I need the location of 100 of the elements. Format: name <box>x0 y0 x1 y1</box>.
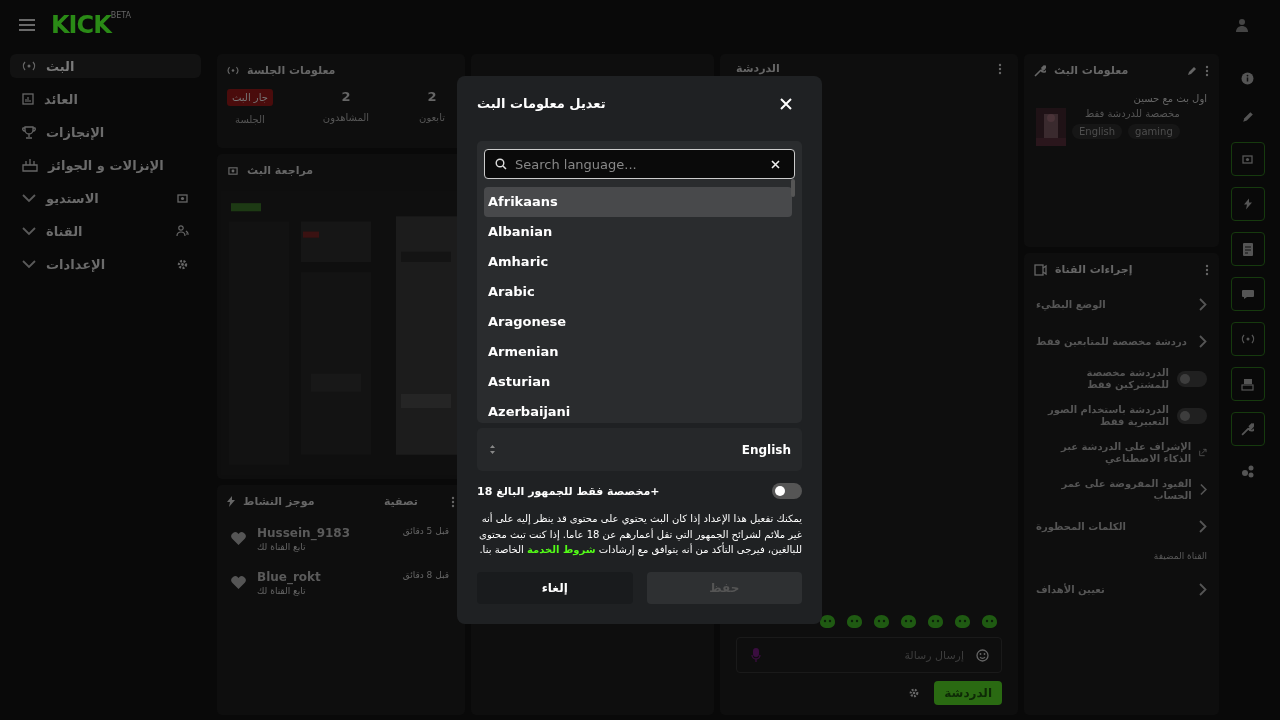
chevron-down-icon <box>22 259 36 269</box>
emote-icon[interactable] <box>954 614 971 629</box>
toggle-switch[interactable] <box>1177 370 1207 387</box>
panel-title: مراجعة البث <box>247 164 314 177</box>
chat-button[interactable]: الدردشة <box>934 681 1002 705</box>
camera-icon <box>227 165 239 176</box>
panel-title: معلومات البث <box>1054 64 1129 77</box>
external-link-icon[interactable] <box>1199 447 1207 458</box>
bolt-icon <box>227 496 235 507</box>
panel-title: معلومات الجلسة <box>247 64 336 77</box>
cancel-button[interactable]: إلغاء <box>477 571 633 604</box>
panel-title: إجراءات القناة <box>1055 263 1133 276</box>
stat-label: المشاهدون <box>322 112 370 123</box>
menu-icon[interactable] <box>19 19 35 31</box>
stat-label: الجلسة <box>235 114 265 125</box>
chat-bubble-icon[interactable] <box>1230 277 1265 311</box>
chevron-right-icon[interactable] <box>1199 583 1207 596</box>
emote-icon[interactable] <box>873 614 890 629</box>
chevron-right-icon[interactable] <box>1199 298 1207 311</box>
trophy-icon <box>22 125 36 139</box>
action-label: الدردشة مخصصة للمشتركين فقط <box>1085 366 1169 391</box>
broadcast-icon[interactable] <box>1230 322 1265 356</box>
username: Hussein_9183 <box>257 526 351 540</box>
smiley-icon[interactable] <box>976 648 989 662</box>
stat-value: 2 <box>427 89 437 104</box>
stat-label: تابعون <box>419 112 445 123</box>
section-label: القناة المضيفة <box>1152 550 1208 563</box>
language-select[interactable]: English <box>477 428 802 471</box>
close-icon[interactable] <box>780 97 792 110</box>
pencil-icon[interactable] <box>1187 65 1197 76</box>
avatar-icon[interactable] <box>1234 17 1250 33</box>
search-box[interactable]: Search language... <box>484 149 795 179</box>
settings-icon[interactable] <box>908 687 921 699</box>
toggle-switch[interactable] <box>772 483 802 499</box>
search-field[interactable]: Search language... <box>513 155 765 173</box>
sidebar-item[interactable]: الإعدادات <box>10 252 201 276</box>
bolt-icon[interactable] <box>1230 187 1265 221</box>
adult-only-label: +مخصصة فقط للجمهور البالغ 18 <box>477 484 660 498</box>
sort-arrows-icon <box>489 444 496 455</box>
language-option[interactable]: Aragonese <box>484 307 792 337</box>
camera-icon <box>176 192 189 204</box>
language-option[interactable]: Azerbaijani <box>484 397 792 427</box>
timestamp: قبل 8 دقائق <box>402 570 449 580</box>
more-icon[interactable] <box>451 495 455 508</box>
emote-icon[interactable] <box>819 614 836 629</box>
broadcast-icon <box>227 66 239 75</box>
action-label: الوضع البطيء <box>1036 298 1106 311</box>
emote-icon[interactable] <box>846 614 863 629</box>
sidebar-item[interactable]: القناة <box>10 219 201 243</box>
sidebar-item[interactable]: الاستديو <box>10 186 201 210</box>
more-icon[interactable] <box>1205 263 1209 276</box>
sidebar-item[interactable]: الإنزالات و الجوائز <box>10 153 201 177</box>
notice-text: يمكنك تفعيل هذا الإعداد إذا كان البث يحتوي على محتوى قد ينظر إليه على أنه غير ملائم لشرائح الجمهور التي تقل أعمارهم عن 18 عاما. إذا كنت تبث محتوى للبالغين، فيرجى التأكد من أنه يتوافق مع إرشادات شروط الخدمة الخاصة بنا. <box>478 511 802 558</box>
live-badge: جار البث <box>227 89 273 106</box>
wrench-icon[interactable] <box>1230 412 1265 446</box>
broadcast-icon <box>22 61 36 71</box>
emote-icon[interactable] <box>900 614 917 629</box>
chart-icon <box>22 93 34 105</box>
action-label: الإشراف على الدردشة عبر الذكاء الاصطناعي <box>1059 440 1192 465</box>
language-option[interactable]: Asturian <box>484 367 792 397</box>
camera-icon[interactable] <box>1230 142 1265 176</box>
scrollbar[interactable] <box>791 179 795 197</box>
sidebar-item[interactable]: الإنجازات <box>10 120 201 144</box>
chevron-down-icon <box>22 226 36 236</box>
more-icon[interactable] <box>1205 64 1209 77</box>
chevron-right-icon[interactable] <box>1199 335 1207 348</box>
emote-icon[interactable] <box>927 614 944 629</box>
panel-title: الدردشة <box>736 62 780 75</box>
language-option[interactable]: Amharic <box>484 247 792 277</box>
panel-title: موجز النشاط <box>243 495 315 508</box>
terms-link[interactable]: شروط الخدمة <box>527 544 596 555</box>
chevron-down-icon <box>22 193 36 203</box>
clear-icon[interactable] <box>771 159 780 169</box>
dialog-title: تعديل معلومات البث <box>477 96 606 111</box>
toggle-switch[interactable] <box>1177 407 1207 424</box>
beta-label: BETA <box>110 11 132 20</box>
action-label: القيود المفروضة على عمر الحساب <box>1060 477 1192 502</box>
category-text: مخصصة للدردشة فقط <box>1083 108 1180 119</box>
language-option[interactable]: Arabic <box>484 277 792 307</box>
action-label: تعيين الأهداف <box>1036 583 1105 596</box>
heart-icon <box>231 532 246 545</box>
stat-value: 2 <box>341 89 351 104</box>
emote-icon[interactable] <box>981 614 998 629</box>
language-option[interactable]: Afrikaans <box>484 187 792 217</box>
action-label: الكلمات المحظورة <box>1036 520 1126 533</box>
username: Blue_rokt <box>257 570 321 584</box>
sidebar-item[interactable]: البث <box>10 54 201 78</box>
language-option[interactable]: Armenian <box>484 337 792 367</box>
action-label: دردشة مخصصة للمتابعين فقط <box>1036 335 1187 348</box>
chevron-right-icon[interactable] <box>1199 520 1207 533</box>
logo[interactable]: KICK <box>51 11 111 39</box>
timestamp: قبل 5 دقائق <box>402 526 449 536</box>
note-icon[interactable] <box>1230 232 1265 266</box>
activity-text: تابع القناة لك <box>257 586 307 596</box>
sidebar-item[interactable]: العائد <box>10 87 201 111</box>
gift-icon <box>22 158 38 172</box>
filter-button[interactable]: تصفية <box>383 495 418 508</box>
language-option[interactable]: Albanian <box>484 217 792 247</box>
more-icon[interactable] <box>998 62 1002 75</box>
chevron-right-icon[interactable] <box>1199 483 1207 496</box>
